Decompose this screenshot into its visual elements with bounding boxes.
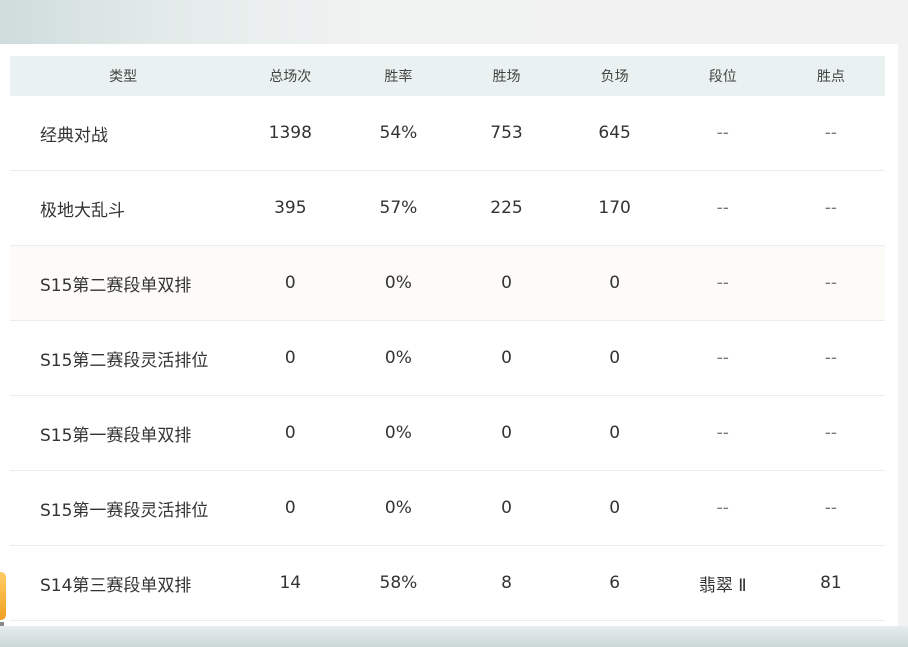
table-row: S15第一赛段灵活排位 0 0% 0 0 -- -- <box>10 470 885 546</box>
cell-league-points: -- <box>776 96 885 171</box>
cell-wins: 0 <box>452 245 561 321</box>
cell-rank: -- <box>668 320 777 396</box>
cell-total-games: 395 <box>236 170 345 246</box>
table-row: S14第三赛段单双排 14 58% 8 6 翡翠 Ⅱ 81 <box>10 545 885 621</box>
cell-total-games: 0 <box>236 470 345 546</box>
cell-wins: 0 <box>452 320 561 396</box>
cell-type: 经典对战 <box>10 96 237 171</box>
header-losses: 负场 <box>560 56 669 96</box>
cell-type: S15第二赛段单双排 <box>10 245 237 321</box>
table-row: 经典对战 1398 54% 753 645 -- -- <box>10 96 885 171</box>
cell-league-points: -- <box>776 170 885 246</box>
cell-winrate: 0% <box>344 395 453 471</box>
cell-wins: 0 <box>452 395 561 471</box>
floating-side-widget[interactable] <box>0 572 6 620</box>
cell-total-games: 1398 <box>236 96 345 171</box>
cell-losses: 0 <box>560 395 669 471</box>
cell-winrate: 58% <box>344 545 453 621</box>
cell-winrate: 54% <box>344 96 453 171</box>
table-row: S15第一赛段单双排 0 0% 0 0 -- -- <box>10 395 885 471</box>
cell-losses: 0 <box>560 245 669 321</box>
cell-rank: -- <box>668 170 777 246</box>
cell-league-points: -- <box>776 395 885 471</box>
table-row: 极地大乱斗 395 57% 225 170 -- -- <box>10 170 885 246</box>
cell-type: 极地大乱斗 <box>10 170 237 246</box>
cell-losses: 0 <box>560 470 669 546</box>
cell-losses: 6 <box>560 545 669 621</box>
cell-wins: 0 <box>452 470 561 546</box>
cell-wins: 753 <box>452 96 561 171</box>
top-header-band <box>0 0 908 44</box>
cell-league-points: -- <box>776 320 885 396</box>
cell-total-games: 0 <box>236 395 345 471</box>
cell-wins: 8 <box>452 545 561 621</box>
cell-rank: 翡翠 Ⅱ <box>668 545 777 621</box>
cell-rank: -- <box>668 395 777 471</box>
cell-rank: -- <box>668 470 777 546</box>
header-league-points: 胜点 <box>776 56 885 96</box>
table-row: S15第二赛段灵活排位 0 0% 0 0 -- -- <box>10 320 885 396</box>
cell-winrate: 0% <box>344 320 453 396</box>
table-header-row: 类型 总场次 胜率 胜场 负场 段位 胜点 <box>10 56 885 96</box>
header-rank: 段位 <box>668 56 777 96</box>
header-winrate: 胜率 <box>344 56 453 96</box>
cell-rank: -- <box>668 245 777 321</box>
cell-league-points: -- <box>776 245 885 321</box>
bottom-footer-band <box>0 626 908 647</box>
cell-total-games: 14 <box>236 545 345 621</box>
cell-wins: 225 <box>452 170 561 246</box>
table-row: S15第二赛段单双排 0 0% 0 0 -- -- <box>10 245 885 321</box>
header-type: 类型 <box>10 56 237 96</box>
cell-winrate: 0% <box>344 245 453 321</box>
cell-losses: 170 <box>560 170 669 246</box>
cell-type: S15第二赛段灵活排位 <box>10 320 237 396</box>
cell-total-games: 0 <box>236 320 345 396</box>
header-total-games: 总场次 <box>236 56 345 96</box>
cell-league-points: 81 <box>776 545 885 621</box>
cell-losses: 645 <box>560 96 669 171</box>
cell-type: S15第一赛段单双排 <box>10 395 237 471</box>
cell-winrate: 57% <box>344 170 453 246</box>
cell-rank: -- <box>668 96 777 171</box>
cell-type: S15第一赛段灵活排位 <box>10 470 237 546</box>
header-wins: 胜场 <box>452 56 561 96</box>
cell-league-points: -- <box>776 470 885 546</box>
cell-losses: 0 <box>560 320 669 396</box>
cell-winrate: 0% <box>344 470 453 546</box>
game-stats-table: 类型 总场次 胜率 胜场 负场 段位 胜点 经典对战 1398 54% 753 … <box>10 56 885 621</box>
cell-total-games: 0 <box>236 245 345 321</box>
cell-type: S14第三赛段单双排 <box>10 545 237 621</box>
